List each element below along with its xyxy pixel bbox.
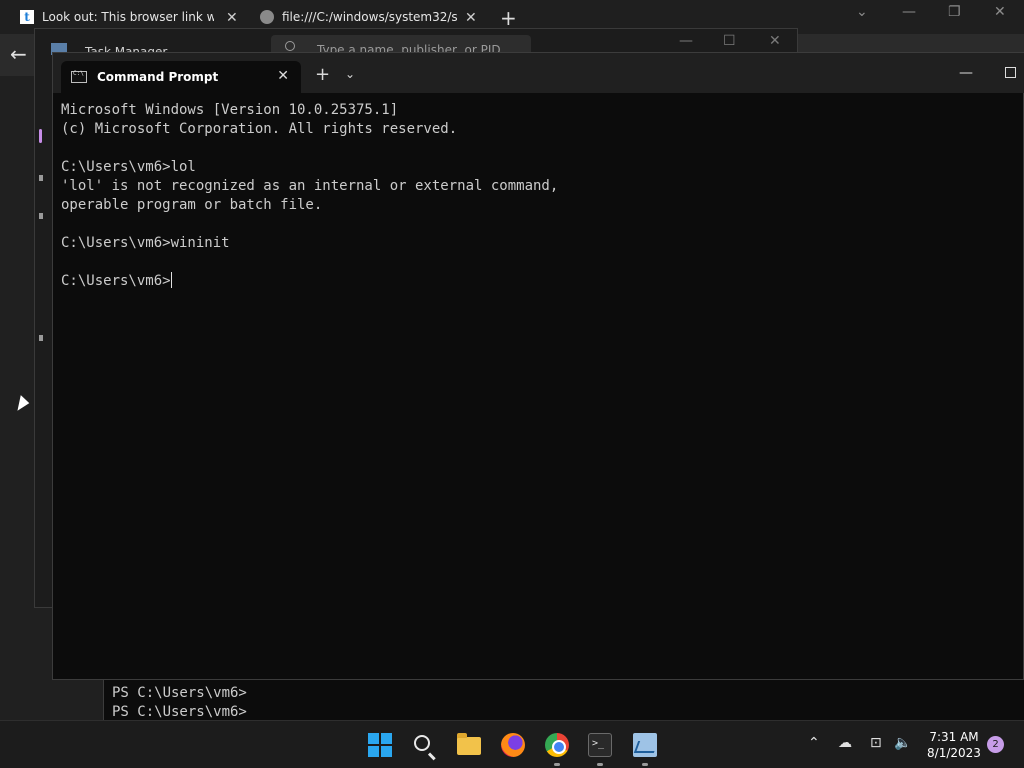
close-icon[interactable]: ✕	[465, 10, 477, 26]
firefox-icon[interactable]	[501, 733, 525, 757]
close-icon[interactable]: ✕	[226, 10, 238, 26]
browser-tab-1-title: Look out: This browser link will cr	[42, 10, 214, 24]
sidebar-selection-indicator	[39, 129, 42, 143]
tab-command-prompt[interactable]: Command Prompt ✕	[61, 61, 301, 93]
start-icon[interactable]	[368, 733, 392, 757]
task-manager-icon[interactable]	[633, 733, 657, 757]
terminal-output[interactable]: Microsoft Windows [Version 10.0.25375.1]…	[61, 101, 1011, 671]
terminal-line: 'lol' is not recognized as an internal o…	[61, 178, 559, 194]
network-icon[interactable]: ⊡	[870, 735, 882, 751]
terminal-line: PS C:\Users\vm6>	[112, 685, 247, 701]
sidebar-item-icon[interactable]	[39, 175, 43, 181]
file-explorer-icon[interactable]	[457, 733, 481, 755]
chevron-down-icon[interactable]: ⌄	[345, 67, 355, 81]
browser-tab-1[interactable]: t Look out: This browser link will cr	[20, 4, 230, 30]
text-cursor	[170, 272, 172, 288]
t-logo-icon: t	[20, 10, 34, 24]
desktop: t Look out: This browser link will cr ✕ …	[0, 0, 1024, 768]
running-indicator	[642, 763, 648, 766]
clock-time: 7:31 AM	[929, 730, 979, 744]
volume-icon[interactable]: 🔈	[894, 735, 911, 751]
search-icon-handle	[428, 752, 436, 760]
back-arrow-icon[interactable]: ←	[10, 42, 27, 66]
restore-icon[interactable]: ❐	[948, 4, 961, 20]
notification-badge[interactable]: 2	[987, 736, 1004, 753]
taskbar: >_ ⌃ ☁ ⊡ 🔈 7:31 AM 8/1/2023 2	[0, 720, 1024, 768]
search-icon[interactable]	[414, 735, 430, 751]
chrome-icon[interactable]	[545, 733, 569, 757]
minimize-icon[interactable]: —	[679, 33, 693, 49]
new-tab-button[interactable]: +	[315, 64, 330, 85]
chevron-down-icon[interactable]: ⌄	[856, 4, 868, 20]
minimize-icon[interactable]: —	[902, 4, 916, 20]
globe-icon	[260, 10, 274, 24]
terminal-prompt: C:\Users\vm6>	[61, 273, 171, 289]
maximize-icon[interactable]	[1005, 67, 1016, 78]
close-window-icon[interactable]: ✕	[769, 33, 781, 49]
close-icon[interactable]: ✕	[277, 68, 289, 84]
command-prompt-window[interactable]: Command Prompt ✕ + ⌄ — Microsoft Windows…	[52, 52, 1024, 680]
terminal-title-bar: Command Prompt ✕ + ⌄ —	[53, 53, 1024, 93]
sidebar-item-icon[interactable]	[39, 213, 43, 219]
maximize-icon[interactable]: ☐	[723, 33, 736, 49]
terminal-line: Microsoft Windows [Version 10.0.25375.1]	[61, 102, 399, 118]
tab-label: Command Prompt	[97, 70, 219, 84]
terminal-icon[interactable]: >_	[588, 733, 612, 757]
terminal-line: (c) Microsoft Corporation. All rights re…	[61, 121, 458, 137]
sidebar-item-icon[interactable]	[39, 335, 43, 341]
running-indicator	[554, 763, 560, 766]
search-icon	[285, 41, 295, 51]
minimize-icon[interactable]: —	[959, 65, 973, 81]
browser-tab-2[interactable]: file:///C:/windows/system32/shut	[260, 4, 470, 30]
terminal-prompt-line[interactable]: C:\Users\vm6>	[61, 272, 1011, 291]
running-indicator	[597, 763, 603, 766]
terminal-line: operable program or batch file.	[61, 197, 323, 213]
close-window-icon[interactable]: ✕	[994, 4, 1006, 20]
clock-date: 8/1/2023	[927, 746, 981, 760]
new-tab-button[interactable]: +	[500, 6, 517, 30]
terminal-line: C:\Users\vm6>lol	[61, 159, 196, 175]
powershell-terminal[interactable]: PS C:\Users\vm6> PS C:\Users\vm6>	[103, 680, 1024, 720]
chevron-up-icon[interactable]: ⌃	[808, 735, 820, 751]
cmd-icon	[71, 70, 87, 83]
clock[interactable]: 7:31 AM 8/1/2023	[924, 729, 984, 761]
cloud-offline-icon[interactable]: ☁	[838, 735, 852, 751]
browser-tab-2-title: file:///C:/windows/system32/shut	[282, 10, 458, 24]
terminal-line: C:\Users\vm6>wininit	[61, 235, 230, 251]
